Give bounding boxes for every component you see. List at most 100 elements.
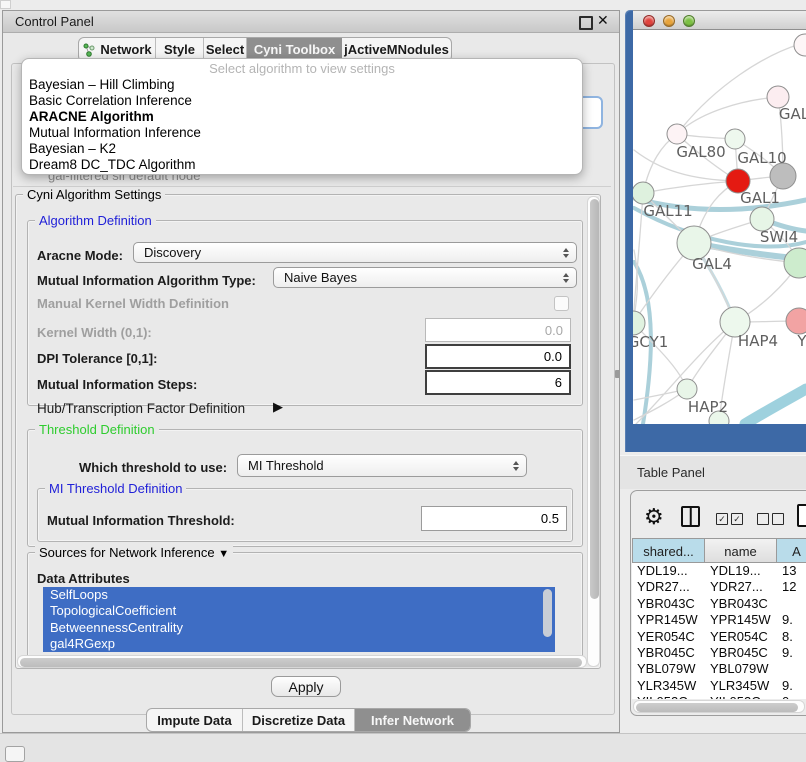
node-label: GAL10 <box>737 149 786 167</box>
close-icon[interactable]: ✕ <box>597 12 609 29</box>
checkbox-unchecked-icon <box>772 513 784 525</box>
tab-impute-data-label: Impute Data <box>157 713 231 728</box>
hub-expander-label[interactable]: Hub/Transcription Factor Definition <box>37 401 245 416</box>
network-node[interactable] <box>784 248 806 278</box>
mi-threshold-definition-title: MI Threshold Definition <box>45 481 186 496</box>
table-cell: YBR043C <box>632 596 705 612</box>
tab-network-label: Network <box>100 42 151 57</box>
table-hscroll-thumb[interactable] <box>636 703 798 712</box>
network-node[interactable] <box>633 311 645 335</box>
column-header-shared-name[interactable]: shared... <box>632 538 705 563</box>
control-panel-titlebar[interactable]: Control Panel ✕ <box>3 11 619 33</box>
table-row[interactable]: YBL079WYBL079W <box>632 661 806 677</box>
settings-hscroll-thumb[interactable] <box>20 658 582 667</box>
mi-steps-value: 6 <box>555 375 562 390</box>
algorithm-option[interactable]: Bayesian – Hill Climbing <box>22 77 582 93</box>
tab-infer-network[interactable]: Infer Network <box>355 709 470 731</box>
sources-title-text: Sources for Network Inference <box>39 545 215 560</box>
apply-button-label: Apply <box>288 679 323 695</box>
data-attribute-item[interactable]: gal4RGexp <box>43 636 555 652</box>
network-canvas[interactable]: GALGAL80GAL10GAL1GAL11SWI4GAL4GCY1HAP4YH… <box>633 30 806 424</box>
collapse-arrow-icon[interactable]: ▼ <box>218 548 229 560</box>
split-columns-icon[interactable] <box>681 506 700 527</box>
table-cell: 13 <box>777 563 806 579</box>
settings-horizontal-scrollbar[interactable] <box>17 655 587 668</box>
settings-vscroll-thumb[interactable] <box>590 199 599 599</box>
table-horizontal-scrollbar[interactable] <box>633 700 805 713</box>
aracne-mode-combo[interactable]: Discovery <box>133 242 577 263</box>
network-node[interactable] <box>633 182 654 204</box>
manual-kernel-checkbox[interactable] <box>554 296 569 311</box>
settings-vertical-scrollbar[interactable] <box>587 196 600 667</box>
control-panel-title: Control Panel <box>15 14 94 29</box>
table-row[interactable]: YDL19...YDL19...13 <box>632 563 806 579</box>
combo-stepper-icon <box>563 248 569 258</box>
node-label: GAL <box>779 105 806 123</box>
algorithm-option[interactable]: ARACNE Algorithm <box>22 109 582 125</box>
checkbox-checked-icon: ✓ <box>716 513 728 525</box>
close-light-icon[interactable] <box>643 15 655 27</box>
gear-icon[interactable]: ⚙ <box>644 504 664 530</box>
network-node[interactable] <box>786 308 806 334</box>
node-label: GCY1 <box>633 333 668 351</box>
network-node[interactable] <box>794 34 806 56</box>
algorithm-option[interactable]: Basic Correlation Inference <box>22 93 582 109</box>
table-row[interactable]: YBR043CYBR043C <box>632 596 806 612</box>
tab-discretize-data[interactable]: Discretize Data <box>243 709 355 731</box>
tab-style-label: Style <box>164 42 195 57</box>
network-node[interactable] <box>677 379 697 399</box>
minimize-light-icon[interactable] <box>663 15 675 27</box>
algorithm-option[interactable]: Dream8 DC_TDC Algorithm <box>22 157 582 173</box>
algorithm-option[interactable]: Mutual Information Inference <box>22 125 582 141</box>
table-cell: YPR145W <box>632 612 705 628</box>
tab-impute-data[interactable]: Impute Data <box>147 709 243 731</box>
partial-table-icon[interactable] <box>797 504 806 527</box>
attributes-scroll-thumb[interactable] <box>543 589 552 637</box>
network-node[interactable] <box>725 129 745 149</box>
table-row[interactable]: YDR27...YDR27...12 <box>632 579 806 595</box>
zoom-light-icon[interactable] <box>683 15 695 27</box>
table-cell: YDR27... <box>705 579 777 595</box>
mi-steps-field[interactable]: 6 <box>425 370 571 395</box>
algorithm-definition-title: Algorithm Definition <box>35 213 156 228</box>
data-attribute-item[interactable]: SelfLoops <box>43 587 555 603</box>
table-row[interactable]: YIL052CYIL052C0. <box>632 694 806 699</box>
table-row[interactable]: YER054CYER054C8. <box>632 629 806 645</box>
data-attribute-item[interactable]: TopologicalCoefficient <box>43 603 555 619</box>
unchecked-pair-icon[interactable] <box>757 510 787 528</box>
table-cell: YIL052C <box>705 694 777 699</box>
mi-type-combo[interactable]: Naive Bayes <box>273 267 577 288</box>
float-window-icon[interactable] <box>579 16 593 30</box>
status-strip <box>0 733 806 762</box>
column-header-partial[interactable]: A <box>777 538 806 563</box>
network-node[interactable] <box>667 124 687 144</box>
table-cell: 9. <box>777 678 806 694</box>
panel-divider-grip[interactable] <box>615 370 620 378</box>
corner-panel-button[interactable] <box>5 746 25 762</box>
column-header-name[interactable]: name <box>705 538 777 563</box>
table-cell: YIL052C <box>632 694 705 699</box>
algorithm-option[interactable]: Bayesian – K2 <box>22 141 582 157</box>
table-cell <box>777 596 806 612</box>
node-label: GAL1 <box>740 189 780 207</box>
expander-arrow-icon[interactable]: ▶ <box>273 399 283 415</box>
algorithm-dropdown: Select algorithm to view settings Bayesi… <box>21 58 583 175</box>
dpi-tolerance-field[interactable]: 0.0 <box>425 344 571 369</box>
combo-stepper-icon <box>513 461 519 471</box>
aracne-mode-value: Discovery <box>144 245 201 260</box>
apply-button[interactable]: Apply <box>271 676 341 697</box>
network-window-titlebar[interactable] <box>633 10 806 30</box>
table-cell: 0. <box>777 694 806 699</box>
which-threshold-combo[interactable]: MI Threshold <box>237 454 527 477</box>
table-cell: 12 <box>777 579 806 595</box>
which-threshold-label: Which threshold to use: <box>79 460 227 475</box>
table-row[interactable]: YBR045CYBR045C9. <box>632 645 806 661</box>
mi-threshold-field[interactable]: 0.5 <box>421 506 567 531</box>
data-attribute-item[interactable]: BetweennessCentrality <box>43 620 555 636</box>
checked-pair-icon[interactable]: ✓✓ <box>716 510 746 528</box>
sources-title[interactable]: Sources for Network Inference ▼ <box>35 545 233 560</box>
table-cell: 9. <box>777 612 806 628</box>
table-row[interactable]: YPR145WYPR145W9. <box>632 612 806 628</box>
table-row[interactable]: YLR345WYLR345W9. <box>632 678 806 694</box>
mi-threshold-value: 0.5 <box>541 511 559 526</box>
